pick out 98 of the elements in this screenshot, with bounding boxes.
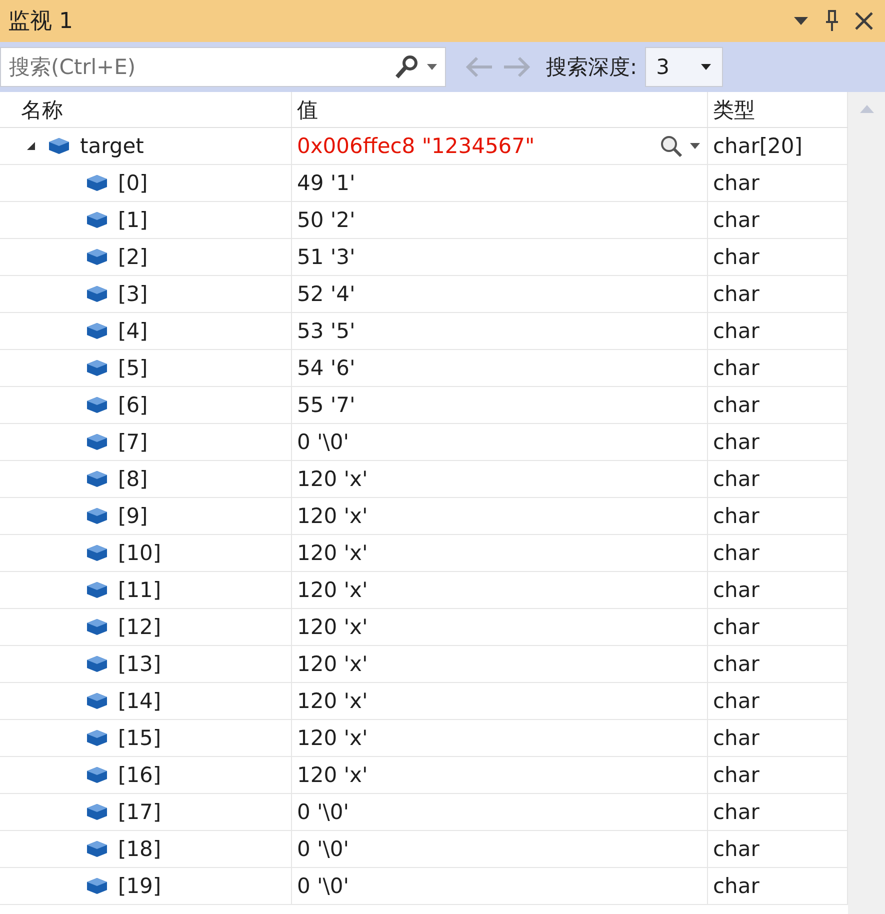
- variable-type: char: [713, 319, 760, 343]
- variable-icon: [86, 581, 108, 599]
- variable-icon: [86, 877, 108, 895]
- dropdown-icon[interactable]: [793, 16, 809, 26]
- variable-value: 120 'x': [297, 726, 368, 750]
- variable-type: char: [713, 282, 760, 306]
- variable-value: 0x006ffec8 "1234567": [297, 134, 535, 158]
- variable-value: 53 '5': [297, 319, 356, 343]
- variable-type: char: [713, 689, 760, 713]
- variable-name: [5]: [118, 356, 148, 380]
- variable-type: char: [713, 615, 760, 639]
- variable-icon: [86, 766, 108, 784]
- variable-value: 120 'x': [297, 615, 368, 639]
- variable-name: [14]: [118, 689, 162, 713]
- variable-value: 120 'x': [297, 763, 368, 787]
- variable-value: 0 '\0': [297, 837, 350, 861]
- collapse-triangle-icon[interactable]: [26, 141, 36, 151]
- variable-type: char: [713, 726, 760, 750]
- variable-icon: [86, 840, 108, 858]
- variable-name: [7]: [118, 430, 148, 454]
- caret-icon[interactable]: [689, 142, 701, 150]
- variable-type: char[20]: [713, 134, 802, 158]
- variable-icon: [86, 174, 108, 192]
- caret-icon[interactable]: [700, 63, 712, 71]
- column-header[interactable]: 名称: [16, 92, 292, 127]
- variable-icon: [86, 433, 108, 451]
- window-title: 监视 1: [8, 8, 73, 36]
- variable-type: char: [713, 356, 760, 380]
- variable-icon: [86, 322, 108, 340]
- variable-type: char: [713, 467, 760, 491]
- variable-name: [0]: [118, 171, 148, 195]
- variable-name: [1]: [118, 208, 148, 232]
- variable-value: 120 'x': [297, 467, 368, 491]
- variable-name: target: [80, 134, 144, 158]
- variable-value: 55 '7': [297, 393, 356, 417]
- variable-value: 49 '1': [297, 171, 356, 195]
- variable-name: [15]: [118, 726, 162, 750]
- variable-type: char: [713, 763, 760, 787]
- variable-type: char: [713, 874, 760, 898]
- variable-name: [12]: [118, 615, 162, 639]
- variable-icon: [86, 692, 108, 710]
- magnifier-icon[interactable]: [659, 134, 685, 158]
- variable-icon: [86, 285, 108, 303]
- variable-type: char: [713, 393, 760, 417]
- variable-value: 51 '3': [297, 245, 356, 269]
- variable-type: char: [713, 578, 760, 602]
- search-depth-dropdown[interactable]: 3: [645, 47, 724, 87]
- variable-icon: [48, 137, 70, 155]
- variable-icon: [86, 470, 108, 488]
- variable-name: [19]: [118, 874, 162, 898]
- variable-icon: [86, 729, 108, 747]
- column-header[interactable]: 值: [292, 92, 708, 127]
- variable-type: char: [713, 541, 760, 565]
- variable-value: 0 '\0': [297, 800, 350, 824]
- variable-name: [16]: [118, 763, 162, 787]
- variable-icon: [86, 544, 108, 562]
- variable-type: char: [713, 208, 760, 232]
- variable-value: 120 'x': [297, 541, 368, 565]
- variable-value: 0 '\0': [297, 430, 350, 454]
- variable-name: [8]: [118, 467, 148, 491]
- variable-name: [4]: [118, 319, 148, 343]
- variable-type: char: [713, 171, 760, 195]
- variable-name: [18]: [118, 837, 162, 861]
- variable-icon: [86, 618, 108, 636]
- variable-icon: [86, 507, 108, 525]
- variable-value: 52 '4': [297, 282, 356, 306]
- variable-value: 120 'x': [297, 504, 368, 528]
- variable-name: [17]: [118, 800, 162, 824]
- variable-type: char: [713, 837, 760, 861]
- variable-type: char: [713, 800, 760, 824]
- variable-icon: [86, 248, 108, 266]
- variable-value: 120 'x': [297, 689, 368, 713]
- variable-value: 54 '6': [297, 356, 356, 380]
- variable-value: 120 'x': [297, 578, 368, 602]
- variable-name: [3]: [118, 282, 148, 306]
- variable-type: char: [713, 504, 760, 528]
- variable-name: [9]: [118, 504, 148, 528]
- search-field[interactable]: 搜索(Ctrl+E): [0, 47, 446, 87]
- variable-type: char: [713, 430, 760, 454]
- variable-icon: [86, 359, 108, 377]
- variable-name: [2]: [118, 245, 148, 269]
- variable-icon: [86, 396, 108, 414]
- variable-type: char: [713, 652, 760, 676]
- variable-icon: [86, 655, 108, 673]
- variable-value: 50 '2': [297, 208, 356, 232]
- variable-icon: [86, 211, 108, 229]
- variable-name: [13]: [118, 652, 162, 676]
- pin-icon[interactable]: [825, 10, 839, 32]
- variable-value: 120 'x': [297, 652, 368, 676]
- variable-name: [10]: [118, 541, 162, 565]
- variable-icon: [86, 803, 108, 821]
- close-icon[interactable]: [855, 12, 873, 30]
- variable-name: [6]: [118, 393, 148, 417]
- variable-value: 0 '\0': [297, 874, 350, 898]
- variable-name: [11]: [118, 578, 162, 602]
- search-icon[interactable]: [394, 55, 420, 79]
- variable-type: char: [713, 245, 760, 269]
- search-depth-label: 搜索深度:: [546, 54, 638, 81]
